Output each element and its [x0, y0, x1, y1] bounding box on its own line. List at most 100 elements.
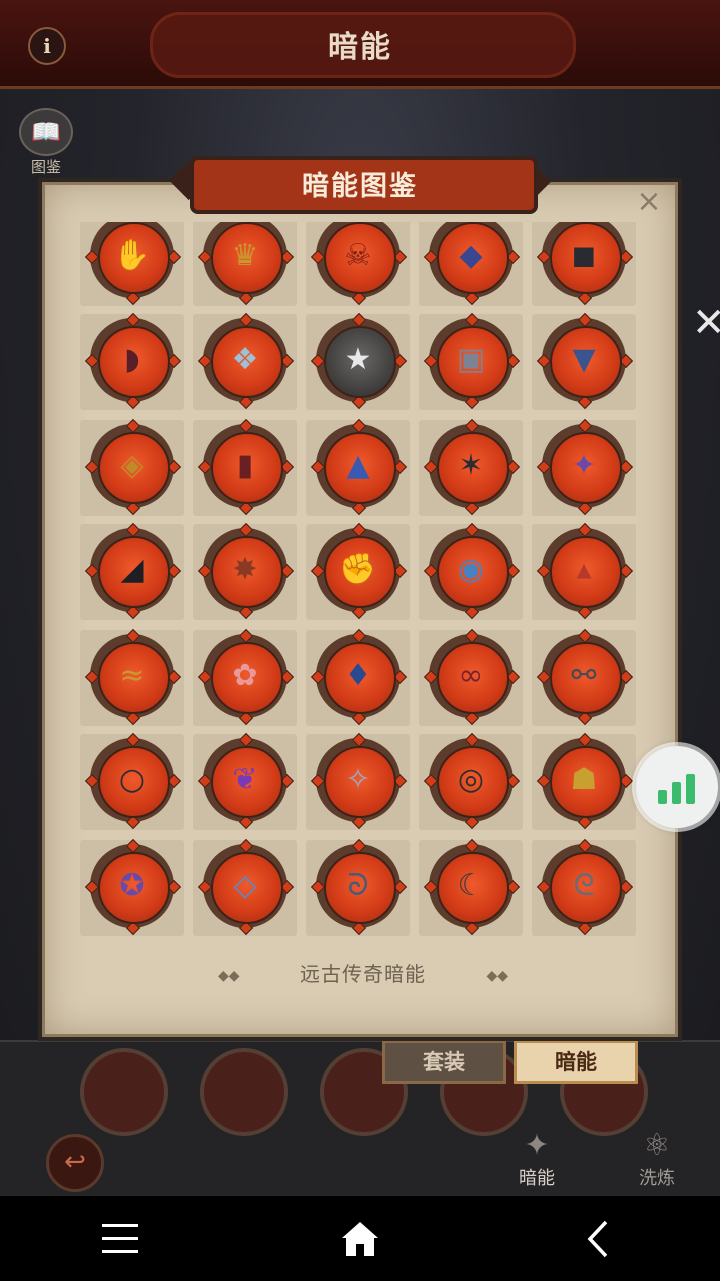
serpent-ring-gem-icon: ᘐ [347, 868, 369, 903]
gem-slot[interactable]: ✿ [193, 628, 297, 726]
floating-stats-button[interactable] [636, 746, 718, 828]
bar-chart-icon-bar [686, 774, 695, 804]
grey-locked-star-gem-icon: ★ [344, 342, 372, 377]
twisted-ring-gem-icon: ᘓ [573, 868, 595, 903]
gem-slot[interactable]: ✦ [532, 418, 636, 516]
section-label: 远古传奇暗能 [300, 962, 426, 986]
gem-slot[interactable]: ○ [80, 732, 184, 830]
bar-chart-icon-bar [672, 782, 681, 804]
steel-wolf-helm-gem: ✧ [310, 732, 408, 830]
black-armor-gem-icon: ◼ [571, 238, 597, 273]
gem-slot[interactable]: ✶ [419, 418, 523, 516]
home-icon[interactable] [330, 1216, 390, 1262]
gem-slot[interactable]: ◢ [80, 522, 184, 620]
modal-header: 暗能图鉴 [168, 156, 552, 214]
gem-slot[interactable]: ♛ [193, 222, 297, 306]
gold-breastplate-gem-icon: ◈ [120, 448, 144, 483]
purple-winged-helm-gem: ✦ [536, 418, 634, 516]
gem-slot[interactable]: ∞ [419, 628, 523, 726]
gem-slot[interactable]: ≈ [80, 628, 184, 726]
gem-slot[interactable]: ▲ [306, 418, 410, 516]
gem-slot[interactable]: ✸ [193, 522, 297, 620]
codex-side-button[interactable]: 📖 图鉴 [16, 108, 76, 177]
gem-slot[interactable]: ☾ [419, 838, 523, 936]
white-crystal-helm-gem: ❖ [197, 312, 295, 410]
purple-pendant-gem-icon: ❦ [232, 762, 258, 797]
gold-spiked-helm-gem-icon: ♛ [231, 238, 259, 273]
red-bow-tie-gem-icon: ∞ [458, 658, 484, 693]
red-winged-circlet-gem: ✿ [197, 628, 295, 726]
bronze-claw-gem: ✸ [197, 522, 295, 620]
modal-title: 暗能图鉴 [302, 171, 418, 202]
gem-slot[interactable]: ◉ [419, 522, 523, 620]
skull-eye-gem-icon: ◎ [457, 762, 485, 797]
gem-slot[interactable]: ✊ [306, 522, 410, 620]
gem-slot[interactable]: ◆ [419, 222, 523, 306]
gem-grid: ✋ ♛ ☠ ◆ ◼ ◗ ❖ ★ ▣ ▼ ◈ ▮ ▲ ✶ ✦ ◢ ✸ ✊ ◉ ▴ ≈ ✿ ♦ ∞ ⚯ ○ ❦ ✧ ◎ ☗ ✪ ◇ ᘐ ☾ ᘓ [80, 222, 640, 942]
back-icon[interactable] [570, 1216, 630, 1262]
gem-slot[interactable]: ☠ [306, 222, 410, 306]
refine-icon: ⚛ [643, 1128, 671, 1163]
gold-breastplate-gem: ◈ [84, 418, 182, 516]
tab-set[interactable]: 套装 [382, 1040, 506, 1084]
gem-slot[interactable]: ◼ [532, 222, 636, 306]
back-arrow-button[interactable]: ↩ [46, 1134, 104, 1192]
gem-slot[interactable]: ᘐ [306, 838, 410, 936]
gem-slot[interactable]: ☗ [532, 732, 636, 830]
blue-crystal-ring-gem: ◇ [197, 838, 295, 936]
gem-slot[interactable]: ◎ [419, 732, 523, 830]
nav-tab-dark-energy[interactable]: ✦ 暗能 [502, 1128, 572, 1190]
gold-mask-gem-icon: ☗ [570, 762, 598, 797]
gem-slot[interactable]: ✧ [306, 732, 410, 830]
gem-slot[interactable]: ▼ [532, 312, 636, 410]
blue-tabard-gem: ♦ [310, 628, 408, 726]
nav-tab-label: 洗炼 [639, 1168, 675, 1189]
divider-ornament-right-icon: ◆◆ [486, 968, 508, 984]
dark-hook-ring-gem-icon: ☾ [457, 868, 485, 903]
gem-slot[interactable]: ♦ [306, 628, 410, 726]
gem-slot[interactable]: ▮ [193, 418, 297, 516]
gold-crown-band-gem: ≈ [84, 628, 182, 726]
tab-dark-energy[interactable]: 暗能 [514, 1040, 638, 1084]
screen-title: 暗能 [328, 30, 392, 65]
spiked-skull-helm-gem: ✶ [423, 418, 521, 516]
background-gem-peek [80, 1048, 168, 1136]
close-icon[interactable]: × [634, 187, 664, 217]
nav-tab-refine[interactable]: ⚛ 洗炼 [622, 1128, 692, 1190]
gem-slot[interactable]: ✋ [80, 222, 184, 306]
gem-slot[interactable]: ◈ [80, 418, 184, 516]
black-shadow-boots-gem: ◢ [84, 522, 182, 620]
gem-slot[interactable]: ❦ [193, 732, 297, 830]
gold-spiked-helm-gem: ♛ [197, 222, 295, 306]
steel-wolf-helm-gem-icon: ✧ [345, 762, 371, 797]
white-crystal-helm-gem-icon: ❖ [231, 342, 259, 377]
gem-slot[interactable]: ᘓ [532, 838, 636, 936]
side-ornament-icon: ✕ [692, 300, 720, 346]
gem-slot[interactable]: ▴ [532, 522, 636, 620]
menu-icon[interactable] [90, 1216, 150, 1262]
silver-chain-amulet-gem-icon: ⚯ [571, 658, 597, 693]
red-demon-mask-gem: ☠ [310, 222, 408, 306]
blue-boots-gem-icon: ▲ [346, 448, 370, 483]
gem-slot[interactable]: ⚯ [532, 628, 636, 726]
dark-hook-ring-gem: ☾ [423, 838, 521, 936]
gem-slot[interactable]: ◗ [80, 312, 184, 410]
skull-eye-gem: ◎ [423, 732, 521, 830]
gem-slot[interactable]: ★ [306, 312, 410, 410]
gem-slot[interactable]: ✪ [80, 838, 184, 936]
gold-crown-band-gem-icon: ≈ [119, 658, 145, 693]
crimson-belt-gem-icon: ◗ [124, 342, 140, 377]
bar-chart-icon [658, 770, 698, 804]
gem-slot[interactable]: ◇ [193, 838, 297, 936]
blue-demon-head-gem-icon: ◉ [457, 552, 485, 587]
twisted-ring-gem: ᘓ [536, 838, 634, 936]
bar-chart-icon-bar [658, 790, 667, 804]
brown-gauntlet-gem-icon: ✊ [339, 552, 377, 587]
gem-slot[interactable]: ▣ [419, 312, 523, 410]
bronze-claw-gem-icon: ✸ [232, 552, 258, 587]
steel-chest-gem: ▣ [423, 312, 521, 410]
red-hood-gem-icon: ▴ [576, 552, 592, 587]
dark-bracelet-gem: ○ [84, 732, 182, 830]
gem-slot[interactable]: ❖ [193, 312, 297, 410]
red-trousers-gem-icon: ▮ [236, 448, 254, 483]
